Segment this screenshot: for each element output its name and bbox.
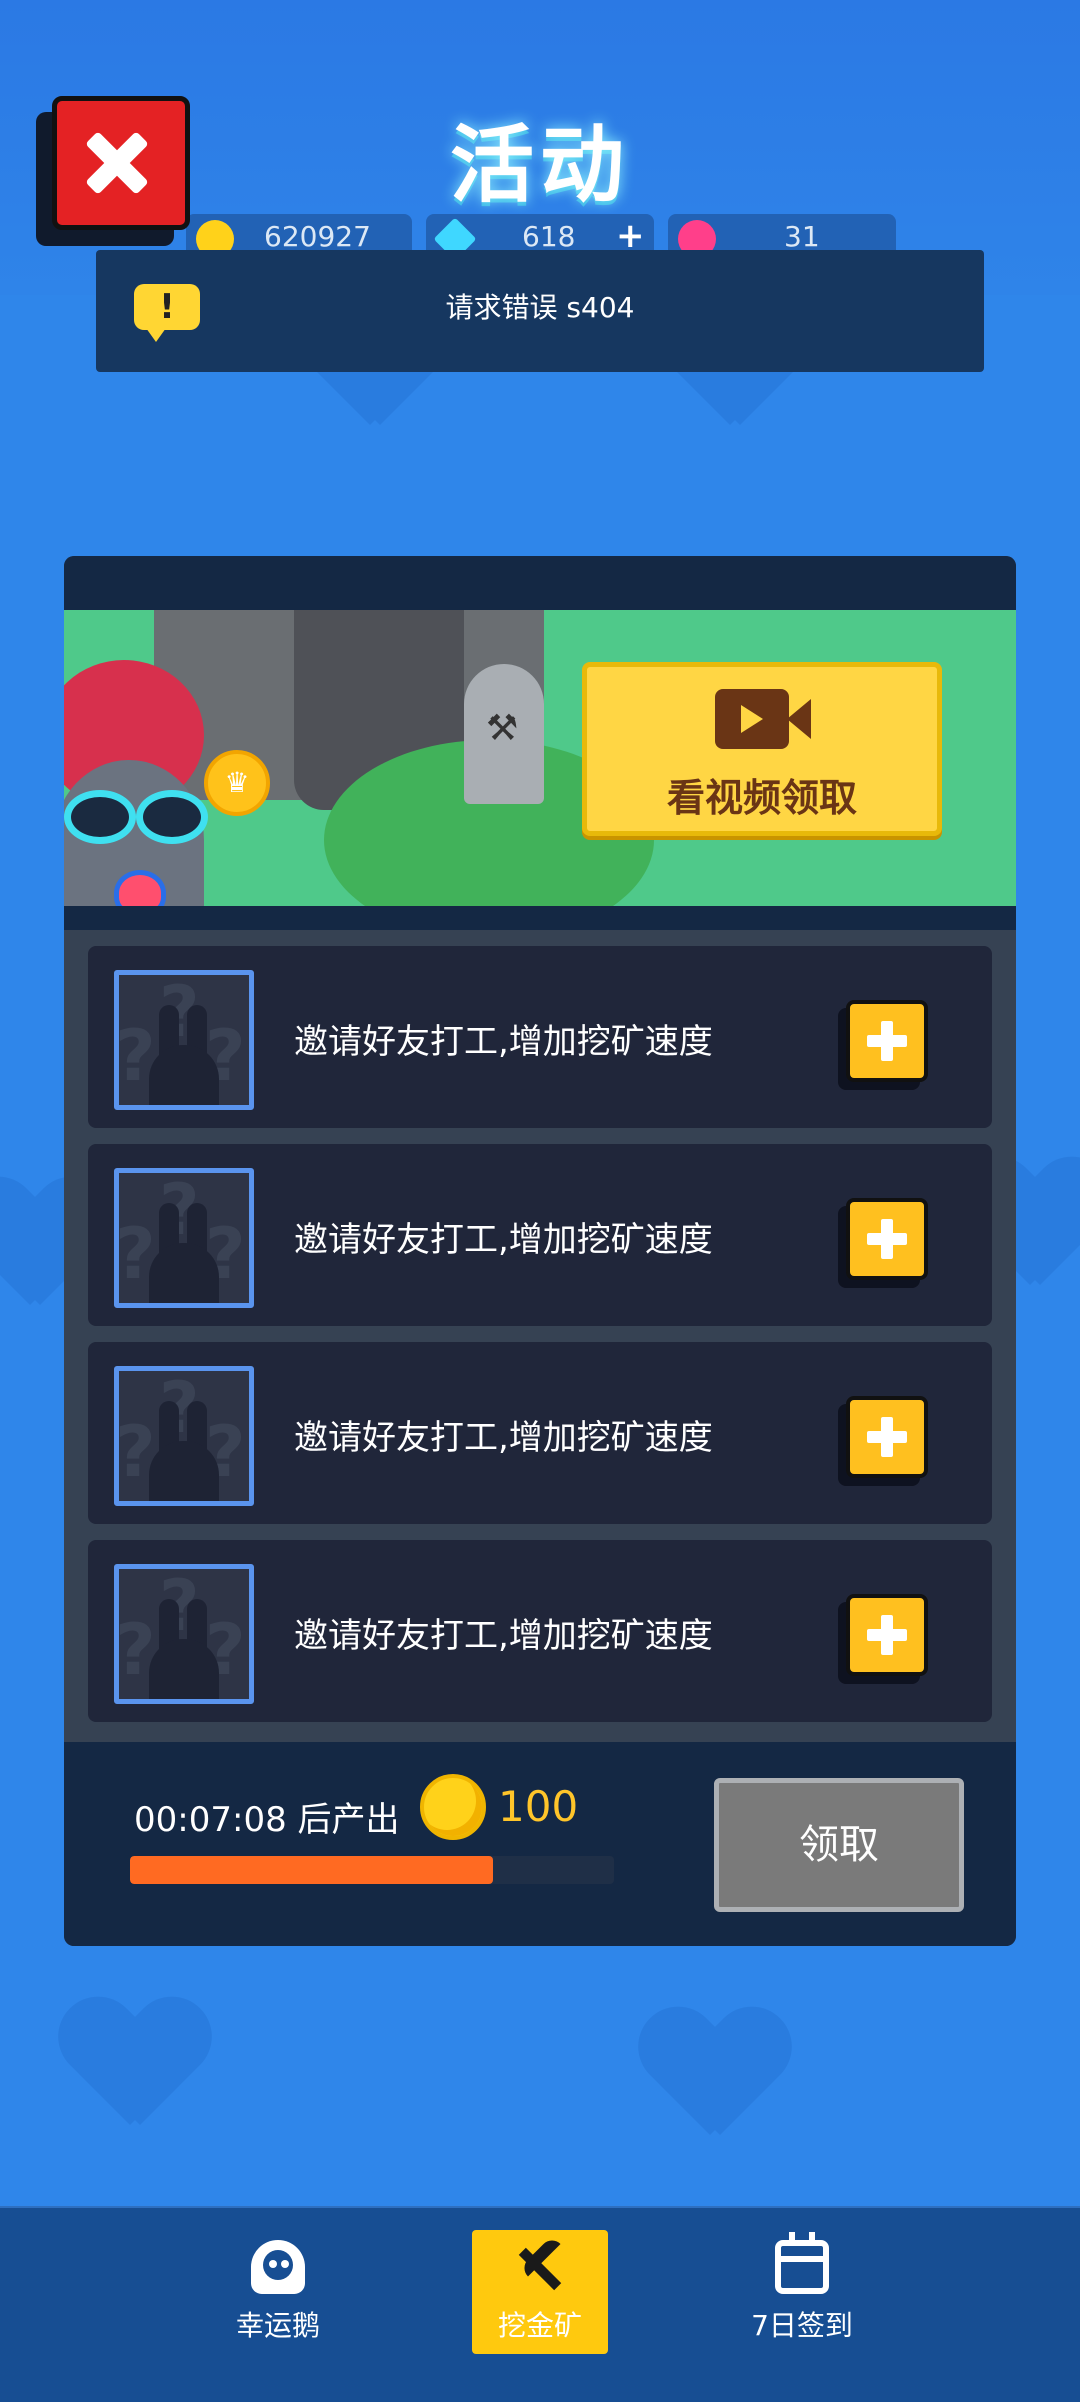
reward-amount: 100: [498, 1782, 579, 1831]
unknown-worker-avatar: ? ? ?: [114, 1168, 254, 1308]
gold-coin-icon: [420, 1774, 486, 1840]
claim-button[interactable]: 领取: [714, 1778, 964, 1912]
pickaxe-icon: [513, 2240, 567, 2294]
invite-friend-text: 邀请好友打工,增加挖矿速度: [294, 1220, 713, 1260]
invite-friend-text: 邀请好友打工,增加挖矿速度: [294, 1022, 713, 1062]
worker-slot: ? ? ? 邀请好友打工,增加挖矿速度: [88, 1342, 992, 1524]
mining-status-bar: 00:07:08 后产出 100 领取: [64, 1742, 1016, 1946]
close-icon: [57, 101, 185, 225]
tab-label: 挖金矿: [497, 2309, 582, 2342]
add-worker-button[interactable]: [846, 1396, 928, 1478]
add-worker-button[interactable]: [846, 1594, 928, 1676]
close-button[interactable]: [52, 96, 190, 230]
tombstone-illustration: ⚒: [464, 664, 544, 804]
worker-slot: ? ? ? 邀请好友打工,增加挖矿速度: [88, 1540, 992, 1722]
tab-7day-checkin[interactable]: 7日签到: [734, 2208, 870, 2402]
tab-label: 幸运鹅: [235, 2309, 320, 2342]
ticket-value: 31: [784, 220, 820, 253]
calendar-icon: [775, 2232, 829, 2294]
tab-label: 7日签到: [751, 2309, 853, 2342]
video-camera-icon: [715, 689, 811, 749]
production-progress-fill: [130, 1856, 493, 1884]
production-progress-bar: [130, 1856, 614, 1884]
sunglasses-illustration: [64, 790, 208, 844]
tab-lucky-goose[interactable]: 幸运鹅: [210, 2208, 346, 2402]
worker-slot: ? ? ? 邀请好友打工,增加挖矿速度: [88, 1144, 992, 1326]
tab-gold-mining[interactable]: 挖金矿: [472, 2208, 608, 2402]
worker-slot: ? ? ? 邀请好友打工,增加挖矿速度: [88, 946, 992, 1128]
add-worker-button[interactable]: [846, 1198, 928, 1280]
add-worker-button[interactable]: [846, 1000, 928, 1082]
banner-bottom-strip: [64, 906, 1016, 930]
production-timer: 00:07:08 后产出: [134, 1800, 400, 1840]
watch-video-button[interactable]: 看视频领取: [582, 662, 942, 836]
watch-video-label: 看视频领取: [666, 776, 857, 820]
mining-panel: ⚒ ♛ 看视频领取 ? ? ? 邀请好友打工,增加挖矿速度 ? ? ? 邀请好友…: [64, 556, 1016, 1946]
panel-top-strip: [64, 556, 1016, 610]
unknown-worker-avatar: ? ? ?: [114, 970, 254, 1110]
diamond-value: 618: [522, 220, 576, 253]
crossed-hammers-icon: ⚒: [486, 708, 519, 749]
error-toast: ! 请求错误 s404: [96, 250, 984, 372]
video-reward-banner: ⚒ ♛ 看视频领取: [64, 610, 1016, 906]
invite-friend-text: 邀请好友打工,增加挖矿速度: [294, 1418, 713, 1458]
crown-coin-icon: ♛: [204, 750, 270, 816]
goose-icon: [251, 2240, 305, 2294]
bottom-navigation: 幸运鹅 挖金矿 7日签到: [0, 2206, 1080, 2402]
unknown-worker-avatar: ? ? ?: [114, 1564, 254, 1704]
invite-friend-text: 邀请好友打工,增加挖矿速度: [294, 1616, 713, 1656]
gold-value: 620927: [264, 220, 371, 253]
error-message: 请求错误 s404: [445, 291, 635, 324]
unknown-worker-avatar: ? ? ?: [114, 1366, 254, 1506]
